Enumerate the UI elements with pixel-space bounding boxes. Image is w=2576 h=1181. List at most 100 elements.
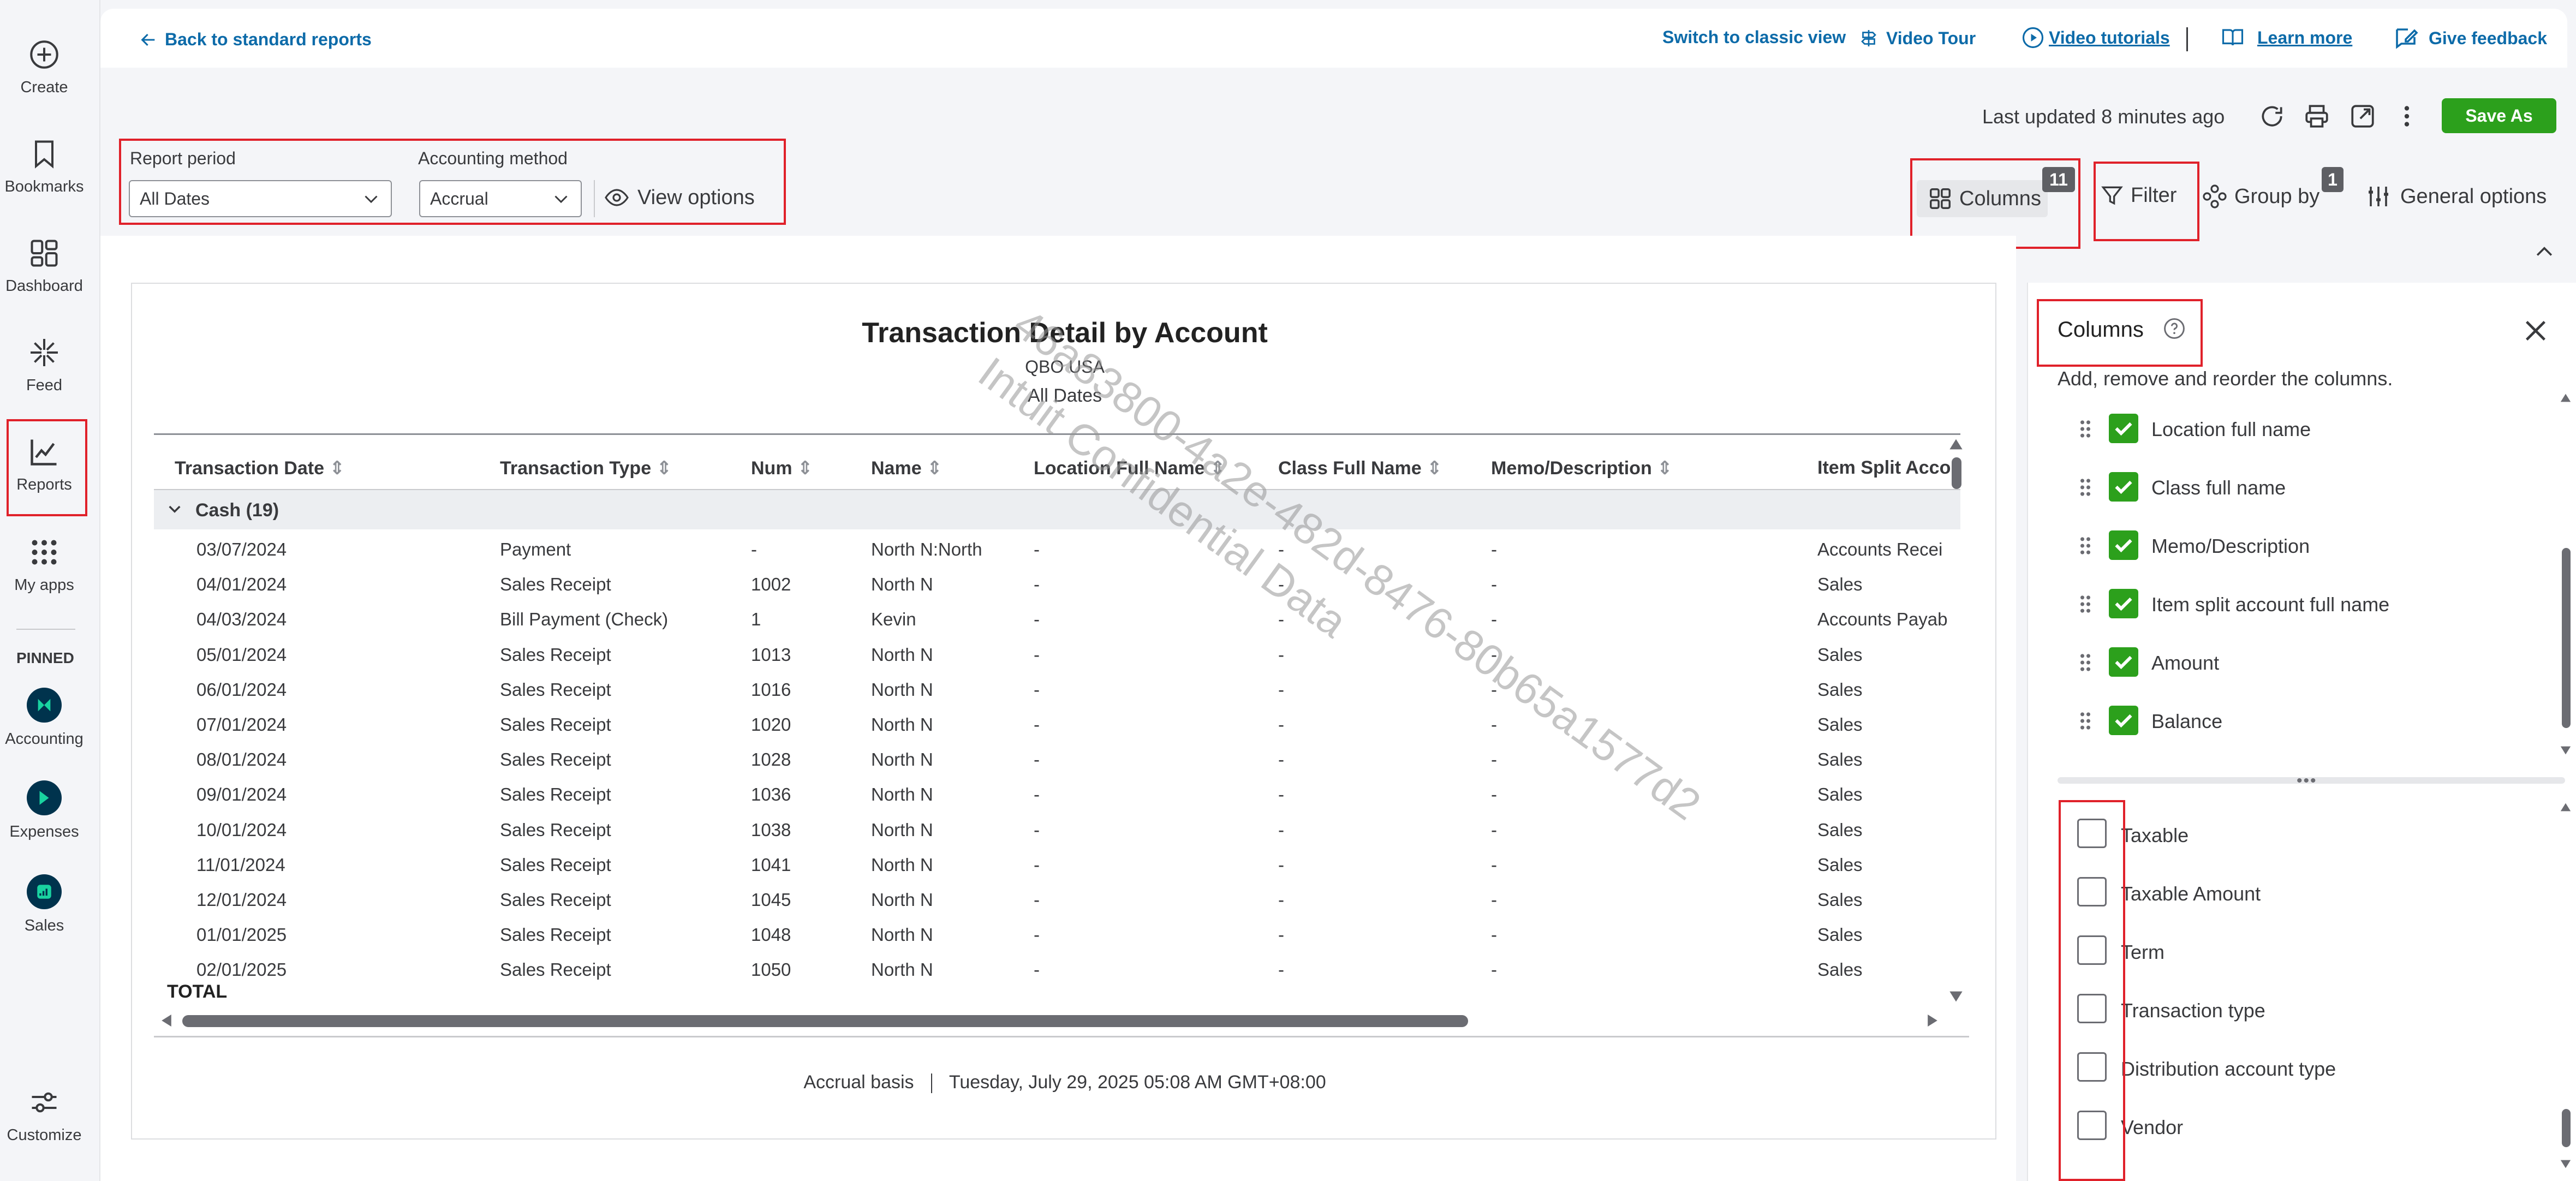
horizontal-scrollbar-thumb[interactable] [182,1015,1468,1027]
nav-expenses[interactable]: Expenses [0,780,88,841]
video-tutorials-link[interactable]: Video tutorials [2022,26,2170,49]
column-checkbox-checked[interactable] [2109,414,2138,443]
save-as-button[interactable]: Save As [2442,98,2556,133]
column-checkbox-checked[interactable] [2109,472,2138,502]
learn-more-link[interactable]: Learn more [2220,26,2352,49]
nav-divider [16,629,75,630]
cell-memo: - [1491,714,1497,735]
table-row[interactable] [154,881,1933,914]
divider-handle-icon[interactable]: ••• [2297,773,2317,789]
panel-scroll-up-icon[interactable] [2560,392,2572,404]
cell-num: 1020 [751,714,791,735]
cell-type: Sales Receipt [500,959,611,980]
cell-type: Sales Receipt [500,890,611,910]
table-row[interactable] [154,916,1933,949]
general-options-button[interactable]: General options [2365,183,2547,210]
nav-bookmarks[interactable]: Bookmarks [0,138,88,196]
col-header-memo[interactable]: Memo/Description ⇕ [1491,457,1673,479]
group-by-button[interactable]: Group by [2202,183,2319,210]
table-row[interactable] [154,636,1933,669]
col-header-item-split[interactable]: Item Split Acco [1817,457,1951,479]
cell-memo: - [1491,854,1497,875]
table-row[interactable] [154,811,1933,844]
give-feedback-link[interactable]: Give feedback [2393,25,2547,51]
col-header-transaction-date[interactable]: Transaction Date ⇕ [175,457,345,479]
table-row[interactable] [154,671,1933,703]
nav-feed[interactable]: Feed [0,336,88,395]
cell-num: 1 [751,609,761,630]
nav-label: Feed [26,377,63,394]
chevron-down-icon[interactable] [166,500,183,517]
table-row[interactable] [154,846,1933,879]
column-option-label: Amount [2151,652,2220,674]
bookmark-icon [35,140,53,169]
nav-accounting[interactable]: Accounting [0,688,88,748]
chevron-up-icon[interactable] [2532,240,2556,264]
col-header-name[interactable]: Name ⇕ [871,457,943,479]
table-row[interactable] [154,600,1933,633]
nav-my-apps[interactable]: My apps [0,536,88,594]
panel-scroll-down-icon[interactable] [2560,1158,2572,1170]
panel-scroll-up-icon[interactable] [2560,801,2572,813]
col-header-label: Num [751,458,792,479]
drag-handle-icon[interactable] [2079,594,2091,613]
panel-scroll-down-icon[interactable] [2560,744,2572,756]
cell-type: Sales Receipt [500,574,611,595]
cell-location: - [1034,924,1040,945]
group-row[interactable] [154,490,1960,529]
scroll-down-arrow-icon[interactable] [1948,990,1964,1003]
nav-dashboard[interactable]: Dashboard [0,237,88,295]
table-row[interactable] [154,741,1933,773]
column-checkbox-checked[interactable] [2109,706,2138,735]
column-checkbox-checked[interactable] [2109,589,2138,618]
table-row[interactable] [154,565,1933,598]
top-header: Back to standard reports Switch to class… [100,9,2567,68]
footer-separator [931,1073,932,1094]
table-row[interactable] [154,530,1933,563]
highlight-reports [7,419,87,516]
scroll-up-arrow-icon[interactable] [1948,438,1964,451]
print-icon[interactable] [2303,103,2330,130]
col-header-transaction-type[interactable]: Transaction Type ⇕ [500,457,672,479]
vertical-scrollbar-thumb[interactable] [1952,457,1961,489]
scroll-left-arrow-icon[interactable] [160,1013,172,1028]
drag-handle-icon[interactable] [2079,711,2091,730]
cell-type: Sales Receipt [500,749,611,770]
column-checkbox-checked[interactable] [2109,530,2138,560]
highlight-available-checkboxes [2059,800,2125,1181]
table-row[interactable] [154,706,1933,738]
video-tour-link[interactable]: Video Tour [1859,27,1976,49]
table-row[interactable] [154,776,1933,808]
nav-create[interactable]: Create [0,38,88,97]
export-icon[interactable] [2349,103,2376,130]
drag-handle-icon[interactable] [2079,478,2091,496]
col-header-label: Transaction Type [500,458,652,479]
refresh-icon[interactable] [2258,103,2286,130]
cell-location: - [1034,749,1040,770]
panel-scrollbar-thumb[interactable] [2562,1109,2571,1147]
drag-handle-icon[interactable] [2079,653,2091,671]
col-header-location[interactable]: Location Full Name ⇕ [1034,457,1226,479]
cell-name: North N:North [871,539,982,559]
cell-type: Sales Receipt [500,644,611,665]
switch-classic-view-link[interactable]: Switch to classic view [1662,28,1846,46]
more-vertical-icon[interactable] [2400,103,2413,130]
table-row[interactable] [154,951,1933,983]
column-checkbox-checked[interactable] [2109,647,2138,677]
scroll-right-arrow-icon[interactable] [1927,1013,1939,1028]
column-option-label: Memo/Description [2151,535,2310,557]
back-to-reports-link[interactable]: Back to standard reports [138,29,372,50]
col-header-class[interactable]: Class Full Name ⇕ [1278,457,1442,479]
cell-class: - [1278,854,1284,875]
nav-sales[interactable]: Sales [0,874,88,935]
col-header-num[interactable]: Num ⇕ [751,457,813,479]
cell-date: 05/01/2024 [196,644,287,665]
col-header-label: Name [871,458,922,479]
nav-customize[interactable]: Customize [0,1086,88,1144]
panel-scrollbar-thumb[interactable] [2562,548,2571,728]
close-icon[interactable] [2520,315,2551,346]
drag-handle-icon[interactable] [2079,536,2091,554]
back-link-label: Back to standard reports [165,29,372,49]
last-updated-text: Last updated 8 minutes ago [1982,105,2225,128]
drag-handle-icon[interactable] [2079,419,2091,438]
